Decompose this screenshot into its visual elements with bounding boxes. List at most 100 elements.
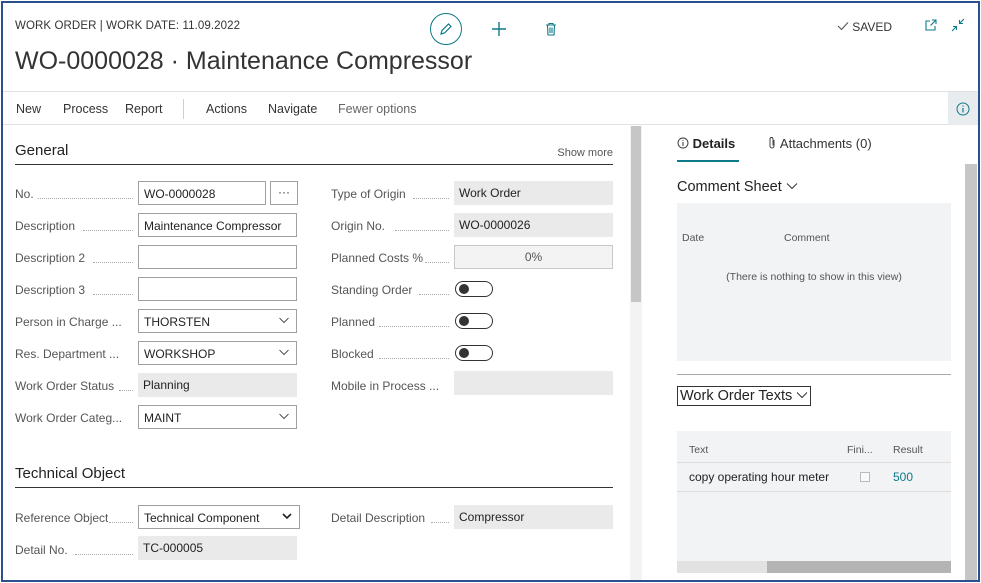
label-leader [119, 390, 133, 391]
chevron-down-icon [279, 317, 289, 324]
description-input[interactable]: Maintenance Compressor [138, 213, 297, 237]
description-3-input[interactable] [138, 277, 297, 301]
page-caption: WORK ORDER | WORK DATE: 11.09.2022 [15, 20, 241, 32]
field-label-detail-no: Detail No. [15, 543, 68, 557]
detail-description-value: Compressor [454, 505, 613, 529]
empty-state-message: (There is nothing to show in this view) [726, 271, 902, 283]
person-in-charge-select[interactable]: THORSTEN [138, 309, 297, 333]
res-department-value: WORKSHOP [144, 347, 216, 361]
column-header-comment: Comment [784, 232, 830, 244]
no-lookup-button[interactable]: ··· [270, 181, 298, 205]
technical-object-section-header: Technical Object [15, 462, 613, 488]
part-divider [677, 374, 951, 375]
content-scrollbar-thumb[interactable] [631, 126, 641, 302]
row-text-cell[interactable]: copy operating hour meter [689, 470, 829, 484]
label-leader [109, 522, 133, 523]
tab-details[interactable]: Details [677, 136, 735, 151]
row-separator [677, 491, 951, 492]
popout-button[interactable] [924, 18, 938, 35]
label-leader [83, 230, 133, 231]
delete-button[interactable] [541, 13, 561, 45]
description-2-input[interactable] [138, 245, 297, 269]
work-order-texts-hscrollbar[interactable] [677, 561, 951, 573]
popout-icon [925, 19, 937, 31]
label-leader [413, 198, 449, 199]
field-label-mobile-in-process: Mobile in Process ... [331, 379, 440, 393]
label-leader [379, 326, 449, 327]
comment-sheet-title-label: Comment Sheet [677, 179, 782, 195]
label-leader [431, 522, 449, 523]
standing-order-toggle[interactable] [455, 281, 493, 297]
edit-button[interactable] [430, 13, 462, 45]
work-order-category-select[interactable]: MAINT [138, 405, 297, 429]
action-actions[interactable]: Actions [206, 102, 247, 116]
check-icon [837, 22, 849, 31]
reference-object-value: Technical Component [144, 511, 260, 525]
row-result-link[interactable]: 500 [893, 470, 913, 484]
new-button[interactable] [487, 13, 511, 45]
chevron-down-icon [796, 392, 808, 399]
field-label-work-order-category: Work Order Categ... [15, 411, 123, 425]
field-label-planned: Planned [331, 315, 376, 329]
label-leader [93, 294, 133, 295]
field-label-person-in-charge: Person in Charge ... [15, 315, 122, 329]
work-order-texts-title[interactable]: Work Order Texts [677, 386, 812, 406]
action-navigate[interactable]: Navigate [268, 102, 317, 116]
collapse-icon [951, 18, 965, 32]
row-separator [677, 462, 951, 463]
trash-icon [546, 22, 556, 36]
action-fewer-options[interactable]: Fewer options [338, 102, 417, 116]
comment-sheet-list: Date Comment (There is nothing to show i… [677, 203, 951, 361]
action-new[interactable]: New [16, 102, 41, 116]
field-label-no: No. [15, 187, 34, 201]
action-process[interactable]: Process [63, 102, 108, 116]
field-label-description-3: Description 3 [15, 283, 86, 297]
field-label-standing-order: Standing Order [331, 283, 413, 297]
planned-costs-percent: 0% [454, 245, 613, 269]
label-leader [75, 554, 133, 555]
label-leader [395, 230, 449, 231]
general-section-header: General Show more [15, 139, 613, 165]
page-frame: WORK ORDER | WORK DATE: 11.09.2022 WO-00… [1, 1, 980, 582]
comment-sheet-title[interactable]: Comment Sheet [677, 179, 798, 195]
general-title: General [15, 142, 69, 159]
planned-toggle[interactable] [455, 313, 493, 329]
paperclip-icon [769, 137, 775, 149]
detail-no-value: TC-000005 [138, 536, 297, 560]
work-order-category-value: MAINT [144, 411, 182, 425]
content-scrollbar[interactable] [630, 126, 642, 580]
work-order-texts-title-label: Work Order Texts [680, 388, 793, 404]
collapse-button[interactable] [950, 17, 966, 36]
field-label-work-order-status: Work Order Status [15, 379, 115, 393]
chevron-down-icon [279, 349, 289, 356]
label-leader [425, 262, 449, 263]
show-more-link[interactable]: Show more [557, 147, 613, 159]
info-icon [956, 102, 970, 115]
work-order-texts-list: Text Fini... Result copy operating hour … [677, 431, 951, 561]
field-label-blocked: Blocked [331, 347, 374, 361]
res-department-select[interactable]: WORKSHOP [138, 341, 297, 365]
field-label-detail-description: Detail Description [331, 511, 426, 525]
field-label-res-department: Res. Department ... [15, 347, 120, 361]
action-report[interactable]: Report [125, 102, 163, 116]
reference-object-dropdown[interactable]: Technical Component [138, 505, 300, 529]
action-bar: New Process Report Actions Navigate Fewe… [3, 91, 978, 125]
column-header-finished: Fini... [847, 444, 873, 456]
label-leader [419, 294, 449, 295]
field-label-description-2: Description 2 [15, 251, 86, 265]
tab-attachments-label: Attachments (0) [779, 136, 872, 151]
main-content: General Show more No. WO-0000028 ··· Des… [3, 126, 629, 580]
field-label-planned-costs: Planned Costs % [331, 251, 424, 265]
work-order-texts-hscrollbar-thumb[interactable] [767, 561, 951, 573]
plus-icon [492, 22, 506, 36]
pencil-icon [440, 23, 452, 35]
finished-checkbox[interactable] [860, 472, 870, 482]
technical-object-title: Technical Object [15, 465, 126, 482]
tab-attachments[interactable]: Attachments (0) [767, 136, 872, 151]
blocked-toggle[interactable] [455, 345, 493, 361]
no-input[interactable]: WO-0000028 [138, 181, 266, 205]
active-tab-indicator [677, 160, 739, 162]
factbox-scrollbar[interactable] [965, 164, 977, 580]
info-button[interactable] [948, 92, 978, 125]
info-icon [677, 137, 689, 149]
